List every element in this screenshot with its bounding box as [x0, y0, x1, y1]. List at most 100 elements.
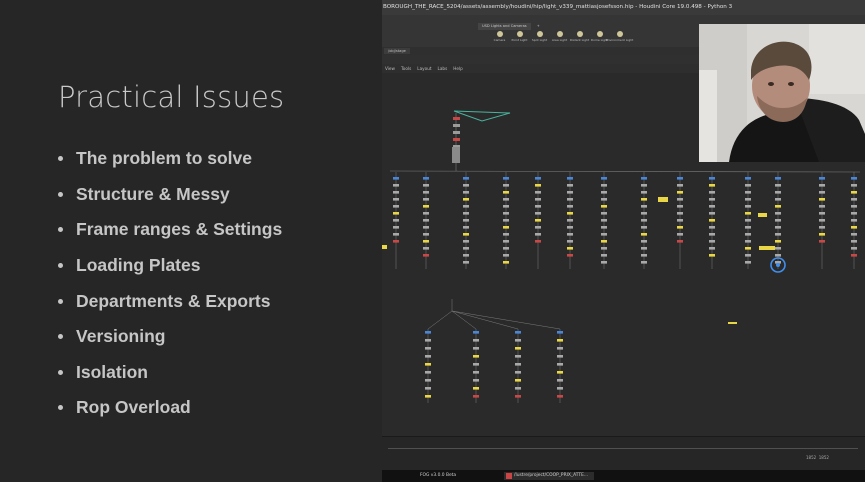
network-node[interactable] [382, 245, 387, 249]
network-node[interactable] [557, 371, 563, 374]
network-node[interactable] [819, 233, 825, 236]
network-node[interactable] [728, 322, 737, 324]
network-node[interactable] [677, 240, 683, 243]
network-node[interactable] [473, 379, 479, 382]
network-pane-tab[interactable]: /obj/stage [384, 48, 410, 54]
network-node[interactable] [393, 191, 399, 194]
network-node[interactable] [745, 226, 751, 229]
network-node[interactable] [759, 246, 775, 250]
network-node[interactable] [745, 205, 751, 208]
network-node[interactable] [745, 233, 751, 236]
network-node[interactable] [423, 233, 429, 236]
network-node[interactable] [473, 371, 479, 374]
network-node[interactable] [758, 213, 767, 217]
network-node[interactable] [503, 198, 509, 201]
network-node[interactable] [677, 184, 683, 187]
network-node[interactable] [601, 233, 607, 236]
network-node[interactable] [503, 184, 509, 187]
network-node[interactable] [463, 205, 469, 208]
network-node[interactable] [851, 191, 857, 194]
network-node[interactable] [641, 254, 647, 257]
network-node[interactable] [851, 184, 857, 187]
network-node[interactable] [677, 198, 683, 201]
network-node[interactable] [851, 233, 857, 236]
network-node[interactable] [423, 240, 429, 243]
range-end[interactable]: 1852 [819, 455, 829, 460]
network-node[interactable] [601, 177, 607, 180]
network-node[interactable] [567, 212, 573, 215]
network-node[interactable] [423, 177, 429, 180]
network-node[interactable] [503, 233, 509, 236]
network-node[interactable] [709, 233, 715, 236]
network-node[interactable] [535, 177, 541, 180]
network-node[interactable] [641, 226, 647, 229]
network-node[interactable] [393, 205, 399, 208]
network-node[interactable] [463, 226, 469, 229]
network-node[interactable] [658, 197, 668, 202]
network-node[interactable] [503, 219, 509, 222]
network-node[interactable] [601, 247, 607, 250]
network-node[interactable] [463, 240, 469, 243]
network-node[interactable] [463, 177, 469, 180]
shelf-tool-spot-light[interactable]: Spot Light [530, 30, 549, 42]
network-node[interactable] [393, 233, 399, 236]
network-node[interactable] [677, 191, 683, 194]
network-node[interactable] [775, 184, 781, 187]
network-node[interactable] [515, 387, 521, 390]
network-node[interactable] [709, 212, 715, 215]
network-node[interactable] [567, 184, 573, 187]
network-node[interactable] [745, 247, 751, 250]
network-node[interactable] [535, 212, 541, 215]
network-node[interactable] [819, 205, 825, 208]
network-node[interactable] [641, 191, 647, 194]
network-node[interactable] [503, 191, 509, 194]
network-node[interactable] [423, 219, 429, 222]
taskbar-item-project[interactable]: /lustre/project/COOP_PRIX_ATTE... [504, 472, 595, 480]
network-node[interactable] [677, 177, 683, 180]
menu-tools[interactable]: Tools [401, 66, 411, 71]
network-node[interactable] [601, 219, 607, 222]
network-node[interactable] [535, 191, 541, 194]
network-node[interactable] [819, 226, 825, 229]
network-node[interactable] [557, 363, 563, 366]
network-node[interactable] [745, 212, 751, 215]
network-node[interactable] [819, 177, 825, 180]
network-node[interactable] [503, 261, 509, 264]
network-node[interactable] [515, 371, 521, 374]
network-node[interactable] [641, 233, 647, 236]
network-node[interactable] [567, 254, 573, 257]
network-node[interactable] [567, 240, 573, 243]
network-node[interactable] [515, 363, 521, 366]
network-node[interactable] [567, 219, 573, 222]
network-node[interactable] [851, 254, 857, 257]
network-node[interactable] [851, 219, 857, 222]
network-node[interactable] [709, 184, 715, 187]
network-node[interactable] [709, 226, 715, 229]
network-node[interactable] [745, 191, 751, 194]
taskbar-item-fog[interactable]: FOG v3.0.0 Beta [420, 472, 456, 480]
network-node[interactable] [463, 191, 469, 194]
network-node[interactable] [423, 198, 429, 201]
network-node[interactable] [851, 240, 857, 243]
network-node[interactable] [601, 240, 607, 243]
shelf-tool-environment-light[interactable]: Environment Light [606, 30, 633, 42]
network-node[interactable] [515, 379, 521, 382]
network-node[interactable] [601, 198, 607, 201]
network-node[interactable] [851, 205, 857, 208]
network-node[interactable] [453, 131, 460, 134]
network-node[interactable] [601, 184, 607, 187]
network-node[interactable] [557, 331, 563, 334]
network-node[interactable] [851, 198, 857, 201]
menu-layout[interactable]: Layout [417, 66, 431, 71]
network-node[interactable] [515, 355, 521, 358]
network-node[interactable] [745, 254, 751, 257]
network-node[interactable] [557, 395, 563, 398]
network-node[interactable] [745, 240, 751, 243]
network-node[interactable] [423, 247, 429, 250]
network-node[interactable] [463, 233, 469, 236]
network-node[interactable] [393, 219, 399, 222]
network-node[interactable] [745, 184, 751, 187]
network-node[interactable] [453, 124, 460, 127]
network-node[interactable] [393, 184, 399, 187]
network-node[interactable] [851, 212, 857, 215]
